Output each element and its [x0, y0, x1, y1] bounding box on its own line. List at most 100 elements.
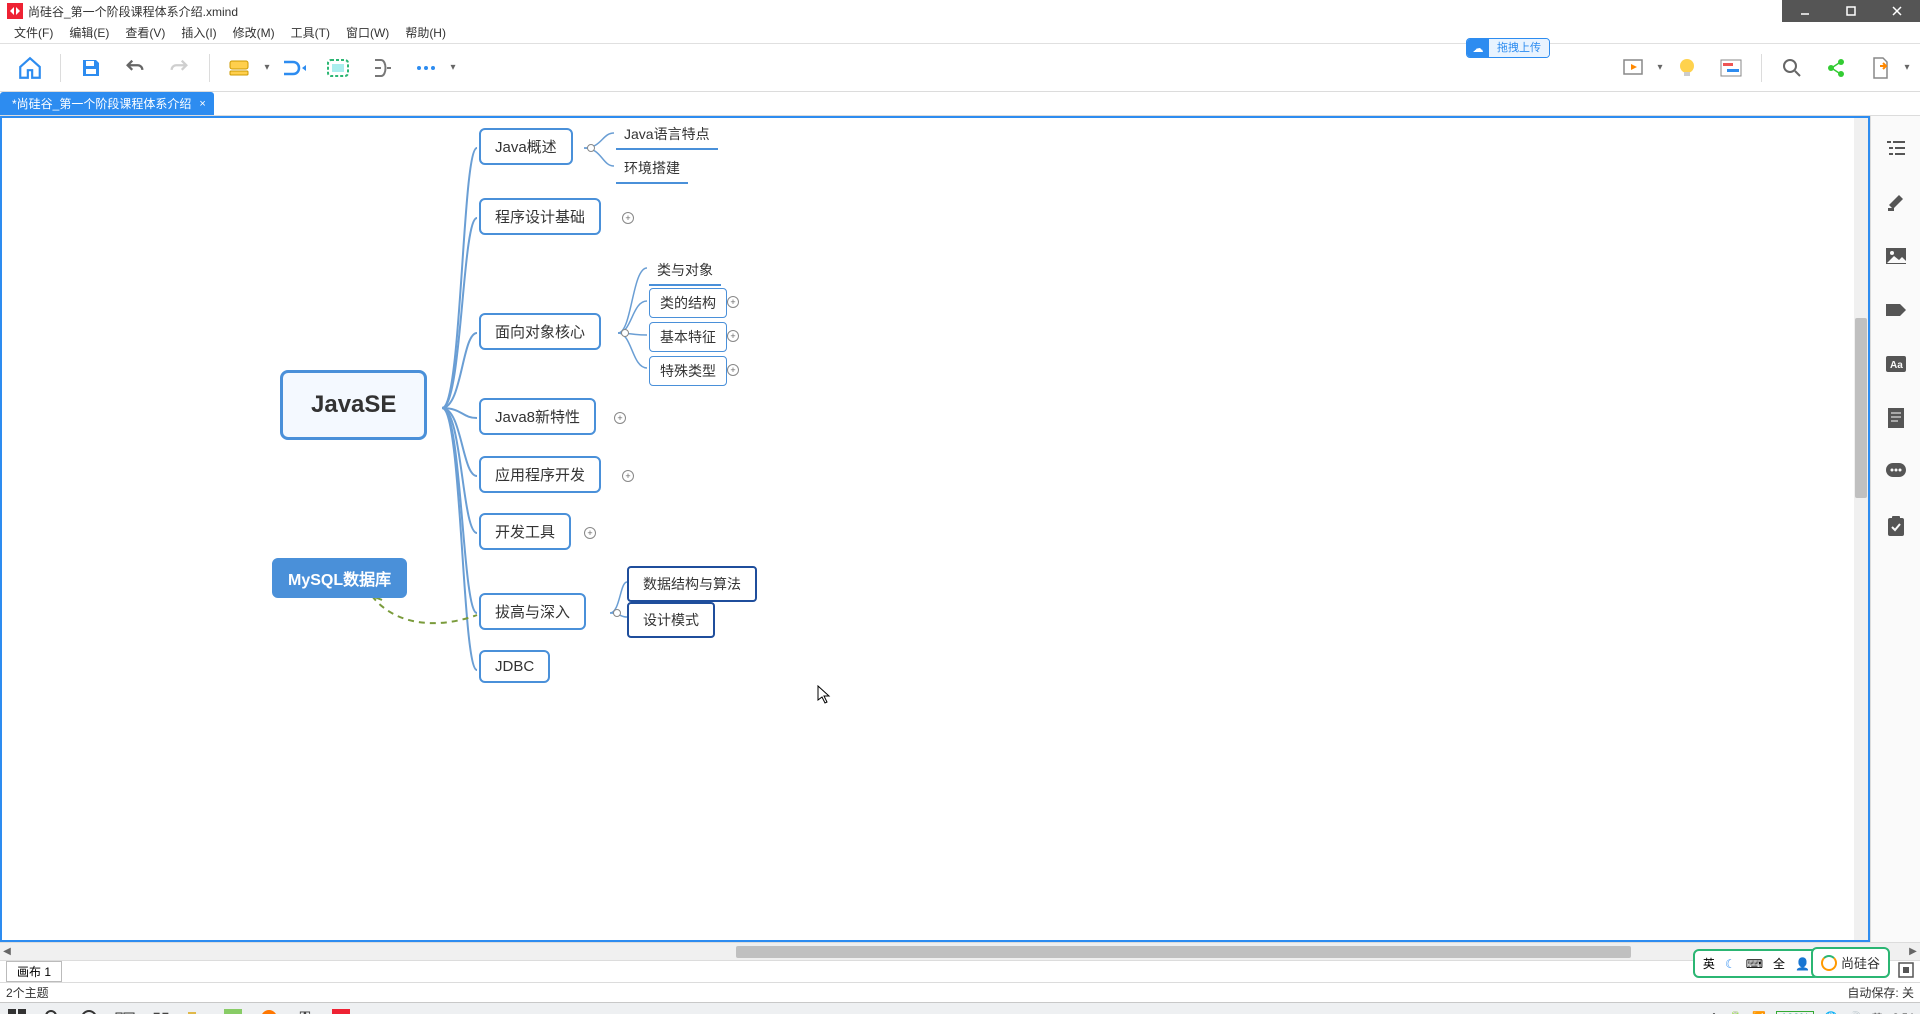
play-button[interactable] [1615, 50, 1651, 86]
more-button[interactable] [408, 50, 444, 86]
node-programming-basics[interactable]: 程序设计基础 [479, 198, 601, 235]
app-icon[interactable] [222, 1007, 244, 1014]
cortana-icon[interactable] [78, 1007, 100, 1014]
menu-edit[interactable]: 编辑(E) [61, 22, 117, 43]
search-icon[interactable] [42, 1007, 64, 1014]
node-class-object[interactable]: 类与对象 [649, 256, 721, 286]
ime-float[interactable]: 英 ☾ ⌨ 全 👤 [1693, 949, 1820, 978]
xmind-task-icon[interactable] [330, 1007, 352, 1014]
expand-plus-icon[interactable]: + [622, 212, 634, 224]
home-button[interactable] [12, 50, 48, 86]
expand-plus-icon[interactable]: + [584, 527, 596, 539]
add-topic-button[interactable] [222, 50, 258, 86]
font-icon[interactable]: Aa [1884, 352, 1908, 376]
node-design-pattern[interactable]: 设计模式 [627, 602, 715, 638]
export-button[interactable] [1862, 50, 1898, 86]
gantt-button[interactable] [1713, 50, 1749, 86]
ime-icon[interactable]: 英 [1872, 1010, 1883, 1014]
vertical-scrollbar[interactable] [1854, 118, 1868, 940]
expand-dot-icon[interactable] [587, 144, 595, 152]
mindmap-canvas[interactable]: JavaSE MySQL数据库 Java概述 程序设计基础 + 面向对象核心 J… [2, 118, 1868, 940]
node-java-feature[interactable]: Java语言特点 [616, 120, 718, 150]
node-floating-mysql[interactable]: MySQL数据库 [272, 558, 407, 598]
summary-button[interactable] [364, 50, 400, 86]
node-label: Java概述 [495, 136, 557, 157]
node-root[interactable]: JavaSE [280, 370, 427, 440]
save-button[interactable] [73, 50, 109, 86]
undo-button[interactable] [117, 50, 153, 86]
node-oop-core[interactable]: 面向对象核心 [479, 313, 601, 350]
document-tab[interactable]: *尚硅谷_第一个阶段课程体系介绍 × [0, 92, 214, 115]
node-jdbc[interactable]: JDBC [479, 650, 550, 683]
app-icon[interactable]: ▮▮ [150, 1007, 172, 1014]
scrollbar-thumb[interactable] [736, 946, 1631, 958]
node-dev-tools[interactable]: 开发工具 [479, 513, 571, 550]
menu-insert[interactable]: 插入(I) [173, 22, 224, 43]
scroll-left-icon[interactable]: ◀ [0, 945, 14, 959]
menu-modify[interactable]: 修改(M) [225, 22, 283, 43]
brand-float[interactable]: 尚硅谷 [1811, 947, 1890, 978]
notes-icon[interactable] [1884, 406, 1908, 430]
text-icon[interactable]: T [294, 1007, 316, 1014]
expand-plus-icon[interactable]: + [727, 330, 739, 342]
image-icon[interactable] [1884, 244, 1908, 268]
node-app-dev[interactable]: 应用程序开发 [479, 456, 601, 493]
right-panel: Aa [1870, 116, 1920, 942]
scroll-track[interactable] [28, 945, 1892, 959]
task-icon[interactable] [1884, 514, 1908, 538]
marker-icon[interactable] [1884, 298, 1908, 322]
share-button[interactable] [1818, 50, 1854, 86]
upload-badge[interactable]: ☁ 拖拽上传 [1466, 38, 1550, 58]
start-icon[interactable] [6, 1007, 28, 1014]
relationship-button[interactable] [276, 50, 312, 86]
node-data-structure[interactable]: 数据结构与算法 [627, 566, 757, 602]
window-controls [1782, 0, 1920, 22]
canvas-area[interactable]: JavaSE MySQL数据库 Java概述 程序设计基础 + 面向对象核心 J… [0, 116, 1870, 942]
format-icon[interactable] [1884, 190, 1908, 214]
scrollbar-thumb[interactable] [1855, 318, 1867, 498]
node-java8[interactable]: Java8新特性 [479, 398, 596, 435]
menu-view[interactable]: 查看(V) [117, 22, 173, 43]
expand-plus-icon[interactable]: + [727, 364, 739, 376]
node-basic-feature[interactable]: 基本特征 [649, 322, 727, 352]
node-special-type[interactable]: 特殊类型 [649, 356, 727, 386]
menu-file[interactable]: 文件(F) [6, 22, 61, 43]
horizontal-scrollbar[interactable]: ◀ ▶ [0, 942, 1920, 960]
fit-icon[interactable] [1898, 962, 1914, 981]
expand-plus-icon[interactable]: + [727, 296, 739, 308]
redo-button[interactable] [161, 50, 197, 86]
sheet-tab[interactable]: 画布 1 [6, 961, 62, 982]
zoom-level[interactable]: 100% [1776, 1011, 1814, 1014]
scroll-right-icon[interactable]: ▶ [1906, 945, 1920, 959]
explorer-icon[interactable] [186, 1007, 208, 1014]
expand-plus-icon[interactable]: + [614, 412, 626, 424]
expand-dot-icon[interactable] [613, 609, 621, 617]
dropdown-icon[interactable]: ▾ [262, 62, 272, 73]
sheet-bar: 画布 1 [0, 960, 1920, 982]
tab-close-icon[interactable]: × [199, 98, 205, 110]
node-env-setup[interactable]: 环境搭建 [616, 154, 688, 184]
comments-icon[interactable] [1884, 460, 1908, 484]
node-advanced[interactable]: 拔高与深入 [479, 593, 586, 630]
maximize-button[interactable] [1828, 0, 1874, 22]
idea-button[interactable] [1669, 50, 1705, 86]
menu-help[interactable]: 帮助(H) [397, 22, 454, 43]
firefox-icon[interactable] [258, 1007, 280, 1014]
boundary-button[interactable] [320, 50, 356, 86]
dropdown-icon[interactable]: ▾ [1902, 62, 1912, 73]
close-button[interactable] [1874, 0, 1920, 22]
expand-plus-icon[interactable]: + [622, 470, 634, 482]
expand-dot-icon[interactable] [621, 329, 629, 337]
menu-tools[interactable]: 工具(T) [283, 22, 338, 43]
node-java-overview[interactable]: Java概述 [479, 128, 573, 165]
brand-label: 尚硅谷 [1841, 953, 1880, 972]
toolbar: ▾ ▾ ▾ ▾ [0, 44, 1920, 92]
dropdown-icon[interactable]: ▾ [1655, 62, 1665, 73]
dropdown-icon[interactable]: ▾ [448, 62, 458, 73]
search-button[interactable] [1774, 50, 1810, 86]
minimize-button[interactable] [1782, 0, 1828, 22]
node-class-structure[interactable]: 类的结构 [649, 288, 727, 318]
taskview-icon[interactable] [114, 1007, 136, 1014]
menu-window[interactable]: 窗口(W) [338, 22, 397, 43]
outline-icon[interactable] [1884, 136, 1908, 160]
